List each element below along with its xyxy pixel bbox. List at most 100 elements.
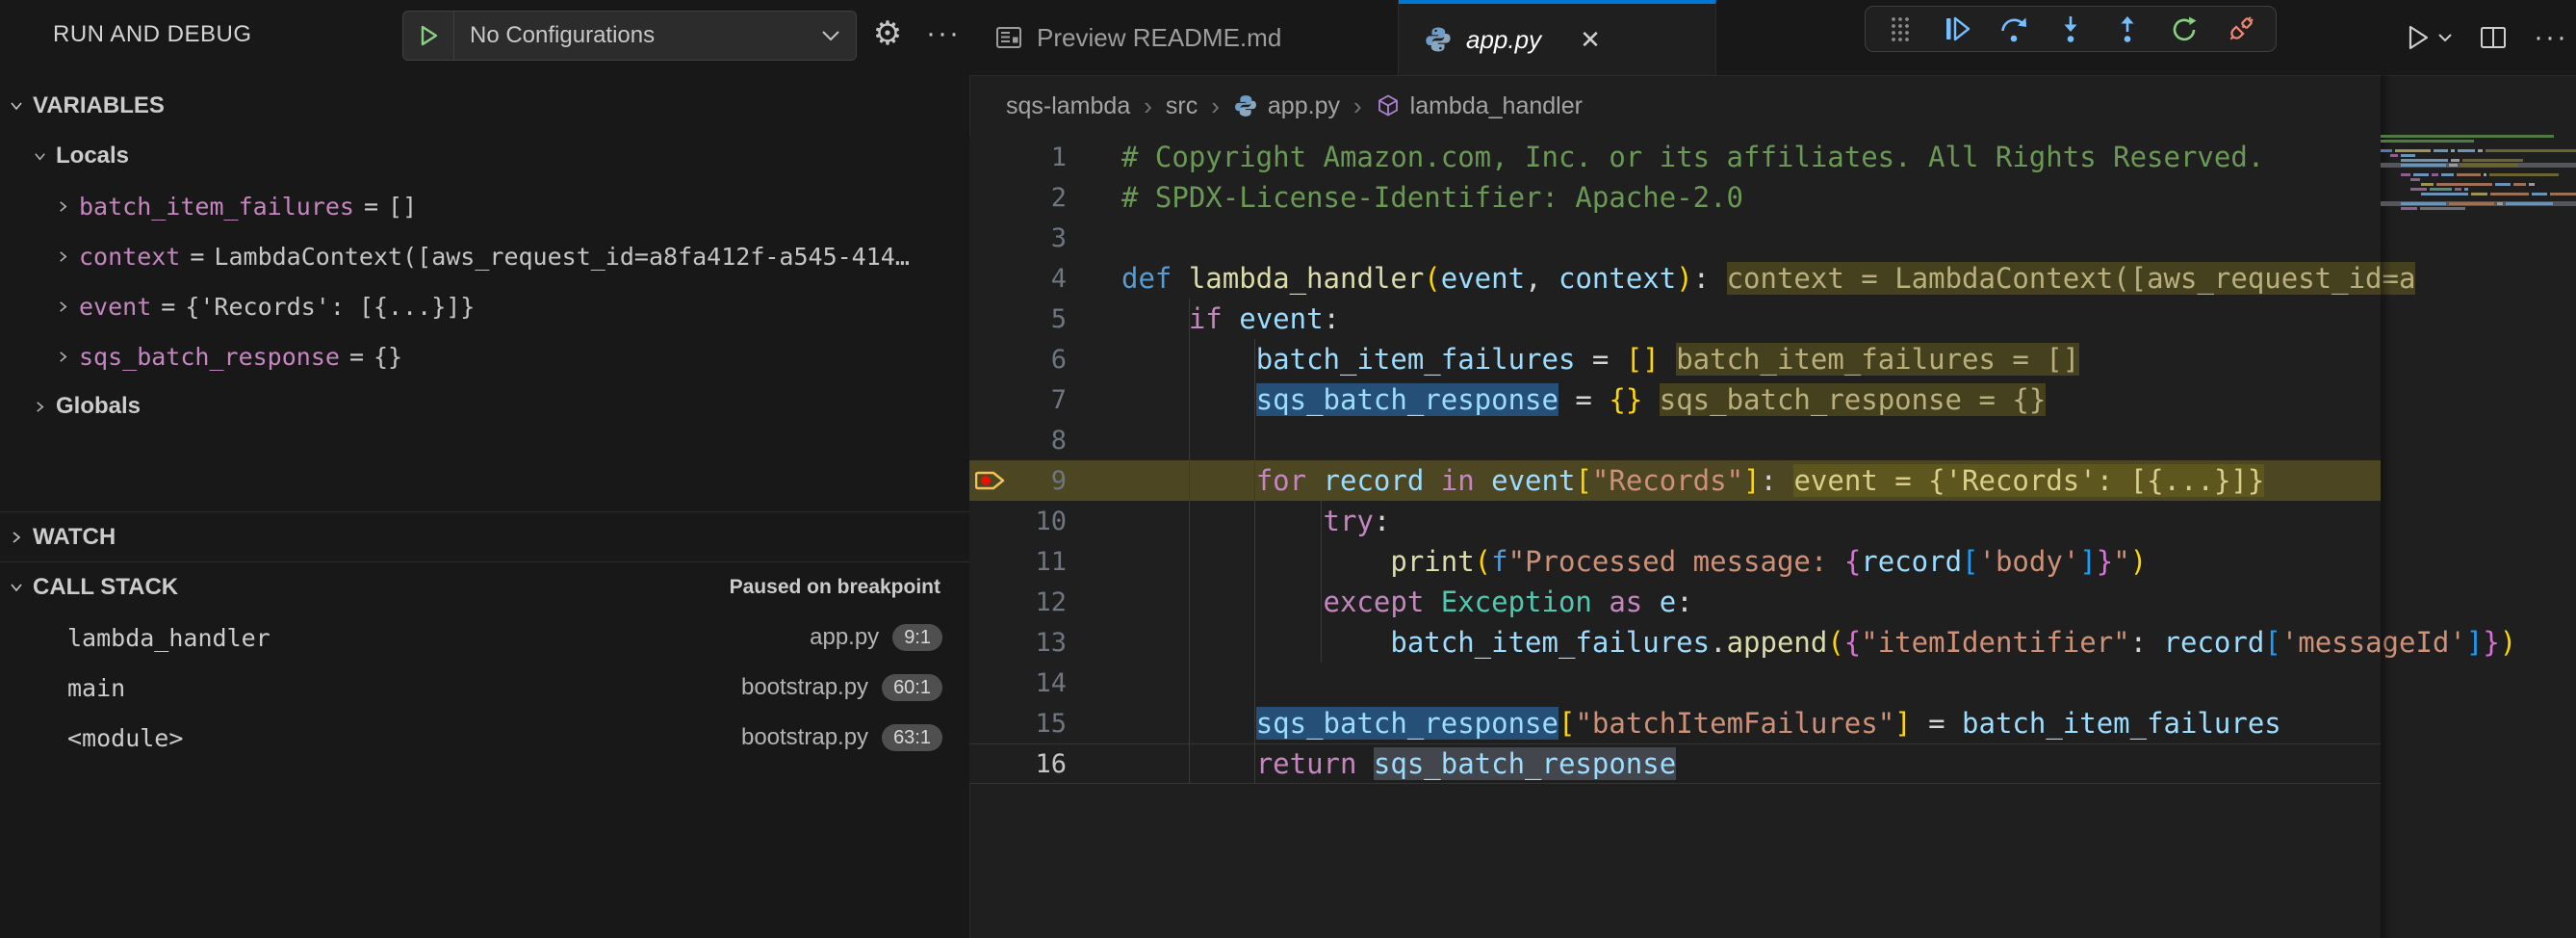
callstack-section-header[interactable]: CALL STACK Paused on breakpoint [0, 562, 969, 612]
callstack-frame[interactable]: lambda_handlerapp.py9:1 [0, 612, 969, 663]
code-line-9[interactable]: 9 for record in event["Records"]: event … [969, 460, 2381, 501]
line-content: if event: [1121, 302, 1340, 335]
chevron-down-icon[interactable] [0, 98, 33, 114]
debug-config-dropdown[interactable]: No Configurations [402, 11, 857, 61]
code-line-12[interactable]: 12 except Exception as e: [969, 582, 2381, 622]
line-number[interactable]: 6 [969, 345, 1067, 375]
breadcrumb-item-symbol[interactable]: lambda_handler [1410, 92, 1583, 120]
callstack-frame[interactable]: mainbootstrap.py60:1 [0, 663, 969, 713]
split-editor-button[interactable] [2478, 22, 2509, 53]
editor-tab-bar: Preview README.md app.py ✕ [969, 0, 2576, 76]
minimap-line [2381, 149, 2576, 152]
drag-handle-icon[interactable] [1879, 10, 1921, 48]
minimap-line [2381, 140, 2477, 143]
line-number[interactable]: 16 [969, 749, 1067, 779]
restart-button[interactable] [2163, 10, 2205, 48]
code-line-10[interactable]: 10 try: [969, 501, 2381, 541]
continue-button[interactable] [1936, 10, 1978, 48]
code-line-4[interactable]: 4def lambda_handler(event, context): con… [969, 258, 2381, 299]
close-icon[interactable]: ✕ [1580, 25, 1601, 55]
debug-toolbar [1865, 6, 2277, 52]
line-number[interactable]: 2 [969, 183, 1067, 213]
line-content: for record in event["Records"]: event = … [1121, 464, 2264, 497]
chevron-right-icon[interactable] [46, 199, 79, 214]
line-number[interactable]: 14 [969, 668, 1067, 698]
line-number[interactable]: 1 [969, 143, 1067, 172]
tab-label[interactable]: Preview README.md [1037, 23, 1281, 53]
breakpoint-paused-icon[interactable] [975, 465, 1014, 501]
chevron-down-icon[interactable] [821, 29, 856, 42]
variable-row-event[interactable]: event={'Records': [{...}]} [0, 281, 969, 331]
scope-label: Locals [56, 143, 129, 169]
sidebar-more-icon[interactable]: ··· [920, 8, 966, 60]
variable-row-sqs_batch_response[interactable]: sqs_batch_response={} [0, 331, 969, 381]
line-number[interactable]: 13 [969, 628, 1067, 658]
code-line-7[interactable]: 7 sqs_batch_response = {} sqs_batch_resp… [969, 379, 2381, 420]
code-line-2[interactable]: 2# SPDX-License-Identifier: Apache-2.0 [969, 177, 2381, 218]
callstack-section: CALL STACK Paused on breakpoint lambda_h… [0, 561, 969, 763]
tab-label[interactable]: app.py [1466, 25, 1541, 55]
chevron-right-icon[interactable] [46, 249, 79, 264]
start-debug-icon[interactable] [403, 12, 454, 60]
frame-file: bootstrap.py [741, 674, 868, 701]
frame-name: main [67, 674, 125, 702]
editor-more-actions-icon[interactable]: ··· [2534, 21, 2568, 54]
code-line-8[interactable]: 8 [969, 420, 2381, 460]
minimap-line [2381, 159, 2526, 162]
gear-icon[interactable]: ⚙ [866, 8, 909, 60]
run-python-file-button[interactable] [2401, 21, 2453, 54]
step-out-button[interactable] [2106, 10, 2149, 48]
code-line-3[interactable]: 3 [969, 218, 2381, 258]
variable-value: {} [374, 343, 969, 371]
chevron-right-icon[interactable] [46, 350, 79, 364]
step-over-button[interactable] [1993, 10, 2035, 48]
code-line-13[interactable]: 13 batch_item_failures.append({"itemIden… [969, 622, 2381, 663]
variable-value: LambdaContext([aws_request_id=a8fa412f-a… [214, 243, 969, 271]
breadcrumb-item-file[interactable]: app.py [1268, 92, 1340, 120]
watch-section: WATCH [0, 511, 969, 562]
code-line-14[interactable]: 14 [969, 663, 2381, 703]
minimap[interactable] [2381, 135, 2576, 308]
line-number[interactable]: 10 [969, 507, 1067, 536]
code-line-16[interactable]: 16 return sqs_batch_response [969, 743, 2381, 784]
breadcrumb-item-folder[interactable]: sqs-lambda [1006, 92, 1130, 120]
code-line-15[interactable]: 15 sqs_batch_response["batchItemFailures… [969, 703, 2381, 743]
line-number[interactable]: 7 [969, 385, 1067, 415]
line-number[interactable]: 5 [969, 304, 1067, 334]
watch-section-header[interactable]: WATCH [0, 512, 969, 562]
variables-section-header[interactable]: VARIABLES [0, 81, 969, 131]
line-content: # Copyright Amazon.com, Inc. or its affi… [1121, 141, 2264, 173]
callstack-frame[interactable]: <module>bootstrap.py63:1 [0, 713, 969, 763]
tab-app-py[interactable]: app.py ✕ [1399, 0, 1716, 75]
line-number[interactable]: 8 [969, 426, 1067, 456]
tab-preview-readme[interactable]: Preview README.md [969, 0, 1399, 75]
line-number[interactable]: 15 [969, 709, 1067, 739]
code-line-6[interactable]: 6 batch_item_failures = [] batch_item_fa… [969, 339, 2381, 379]
chevron-down-icon[interactable] [23, 149, 56, 164]
code-line-1[interactable]: 1 # Copyright Amazon.com, Inc. or its aff… [969, 137, 2381, 177]
line-number[interactable]: 11 [969, 547, 1067, 577]
scope-row-globals[interactable]: Globals [0, 381, 969, 431]
chevron-down-icon[interactable] [0, 580, 33, 595]
line-number[interactable]: 12 [969, 587, 1067, 617]
vscode-window: RUN AND DEBUG No Configurations ⚙ ··· VA… [0, 0, 2576, 938]
line-number[interactable]: 3 [969, 223, 1067, 253]
chevron-right-icon[interactable] [23, 400, 56, 414]
variable-row-context[interactable]: context=LambdaContext([aws_request_id=a8… [0, 231, 969, 281]
step-into-button[interactable] [2049, 10, 2092, 48]
debug-config-label[interactable]: No Configurations [454, 22, 821, 49]
code-line-5[interactable]: 5 if event: [969, 299, 2381, 339]
chevron-right-icon[interactable] [0, 530, 33, 545]
breadcrumb-item-folder[interactable]: src [1166, 92, 1198, 120]
disconnect-button[interactable] [2220, 10, 2262, 48]
variable-row-batch_item_failures[interactable]: batch_item_failures=[] [0, 181, 969, 231]
minimap-line [2381, 202, 2556, 205]
chevron-right-icon[interactable] [46, 300, 79, 314]
minimap-line [2381, 188, 2471, 191]
code-editor[interactable]: 1 # Copyright Amazon.com, Inc. or its aff… [969, 137, 2381, 784]
minimap-line [2381, 135, 2557, 138]
code-line-11[interactable]: 11 print(f"Processed message: {record['b… [969, 541, 2381, 582]
scope-row-locals[interactable]: Locals [0, 131, 969, 181]
variable-value: [] [388, 193, 969, 221]
line-number[interactable]: 4 [969, 264, 1067, 294]
